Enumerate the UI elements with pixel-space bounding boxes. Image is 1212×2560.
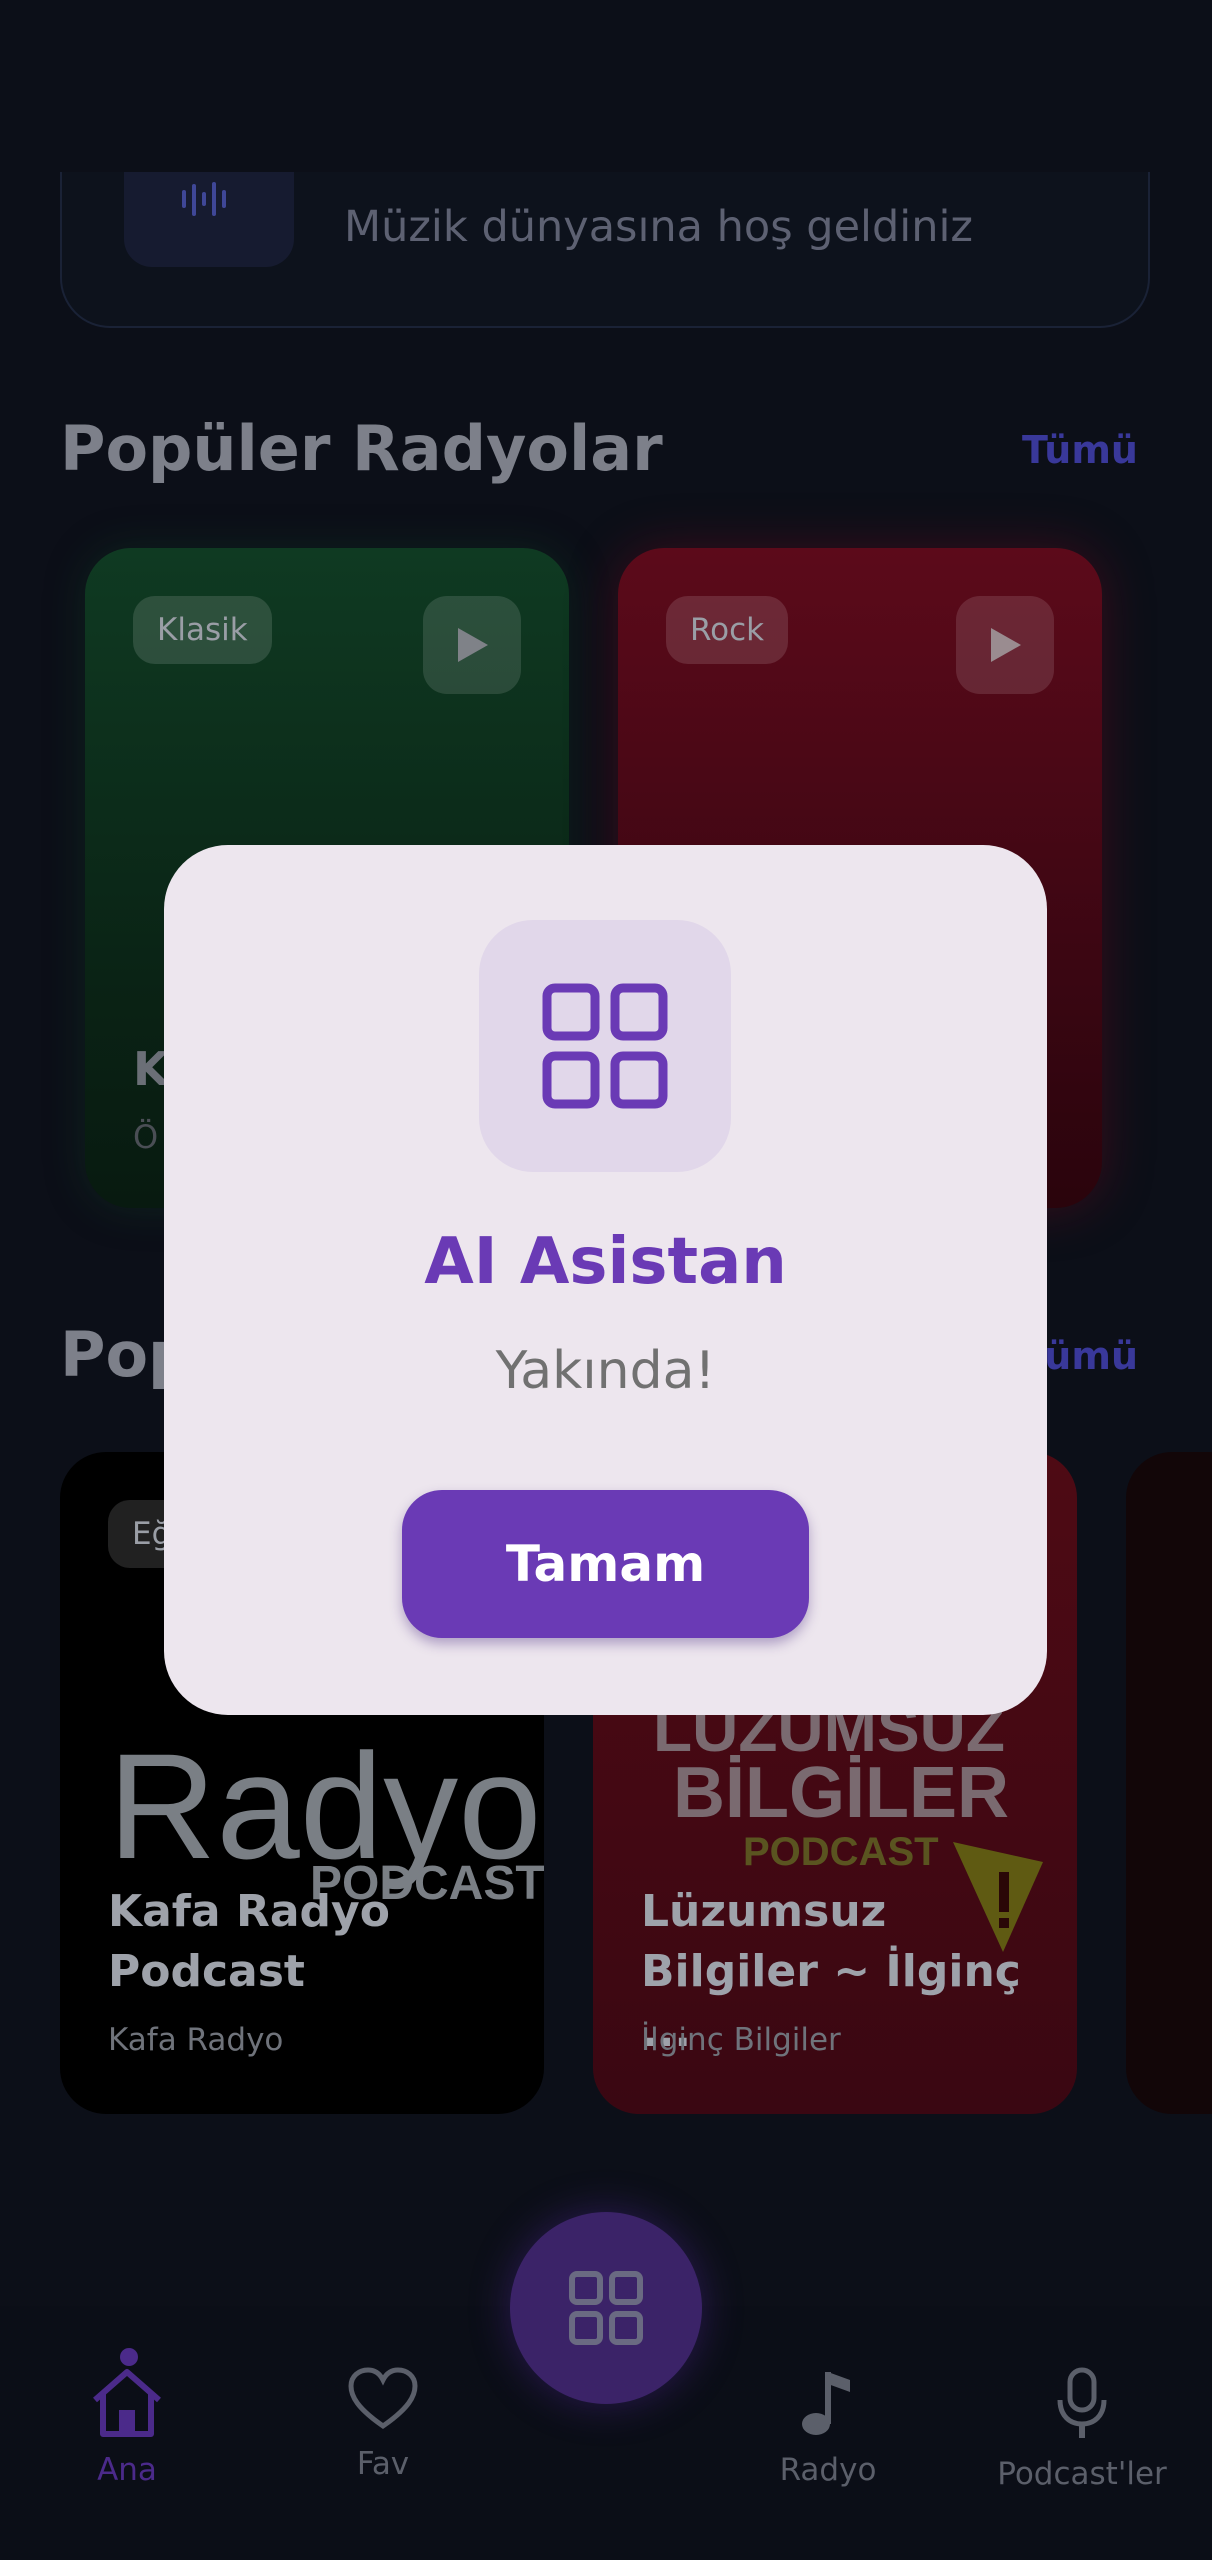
grid-icon [542,983,668,1109]
ok-button[interactable]: Tamam [402,1490,809,1638]
ai-assistant-dialog: AI Asistan Yakında! Tamam [164,845,1047,1715]
dialog-icon-box [479,920,731,1172]
dialog-title: AI Asistan [424,1225,787,1299]
dialog-message: Yakında! [495,1341,716,1401]
